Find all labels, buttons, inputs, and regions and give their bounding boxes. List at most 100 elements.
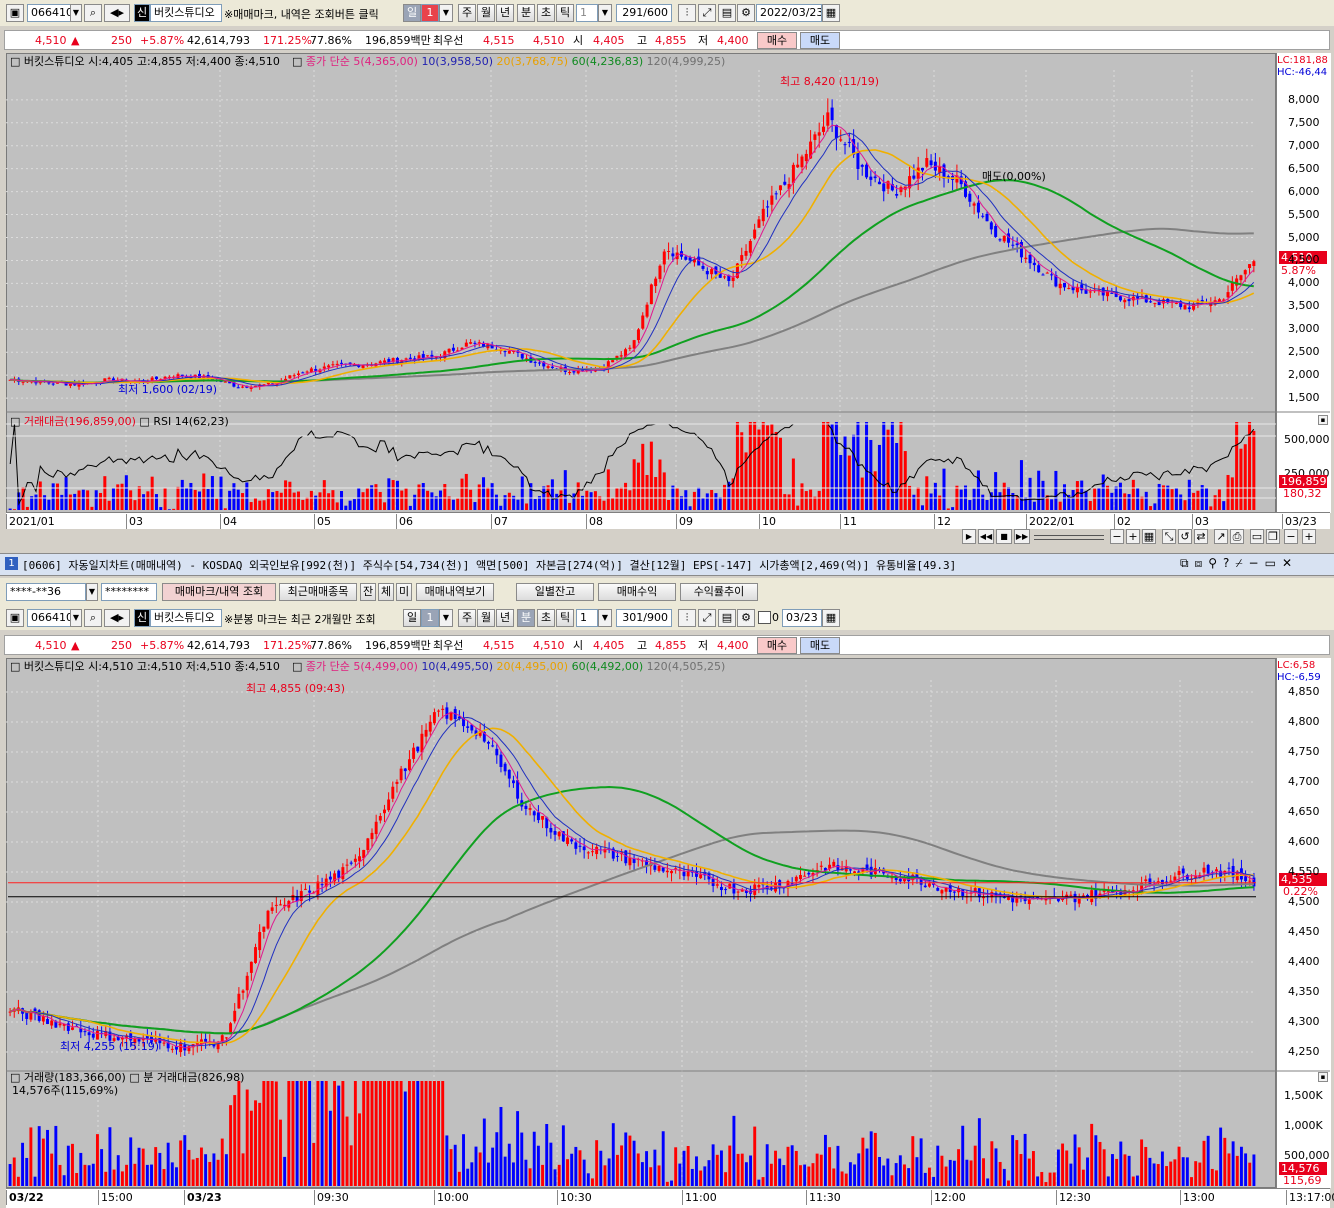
dropdown-icon[interactable]: ▼: [70, 609, 82, 627]
move-icon[interactable]: ⤡: [1162, 529, 1176, 544]
count-value: 301: [622, 611, 644, 624]
grid-icon[interactable]: ▦: [1142, 529, 1156, 544]
capture-icon[interactable]: ▭: [1250, 529, 1264, 544]
low-price: 4,400: [717, 639, 749, 652]
tab-month[interactable]: 월: [477, 609, 495, 627]
plus-icon[interactable]: +: [1302, 529, 1316, 544]
daily-hc: HC:-46,44: [1277, 67, 1328, 78]
tab-second[interactable]: 초: [537, 609, 555, 627]
settings-icon[interactable]: ⚙: [737, 4, 755, 22]
window2-titlebar[interactable]: 1 [0606] 자동일지차트(매매내역) - KOSDAQ 외국인보유[992…: [0, 553, 1334, 576]
interval-dropdown-icon[interactable]: ▼: [439, 609, 453, 627]
tab-tick[interactable]: 틱: [556, 4, 574, 22]
price-tick-label: 2,500: [1288, 345, 1320, 359]
return-trend-button[interactable]: 수익률추이: [680, 583, 758, 601]
minus-icon[interactable]: −: [1284, 529, 1298, 544]
daily-balance-button[interactable]: 일별잔고: [516, 583, 594, 601]
best-bid-label: 최우선: [433, 639, 464, 652]
settings-icon[interactable]: ⚙: [737, 609, 755, 627]
minute-chart-pane[interactable]: [6, 658, 1276, 1188]
reset-icon[interactable]: ↺: [1178, 529, 1192, 544]
dropdown-icon[interactable]: ▼: [70, 4, 82, 22]
interval2-dropdown-icon[interactable]: ▼: [598, 609, 612, 627]
filled-button[interactable]: 체: [378, 583, 394, 601]
stock-code-input[interactable]: 066410: [27, 4, 71, 22]
trade-history-button[interactable]: 매매내역보기: [416, 583, 494, 601]
search-icon[interactable]: ⌕: [84, 4, 102, 22]
minute-ma-legend: □ 종가 단순 5(4,499,00) 10(4,495,50) 20(4,49…: [292, 660, 726, 673]
tab-week[interactable]: 주: [458, 609, 476, 627]
day-interval[interactable]: 1: [421, 4, 439, 22]
scroll-begin-icon[interactable]: ◀◀: [978, 529, 994, 544]
sound-icon[interactable]: ◀▸: [104, 609, 130, 627]
price-tick-label: 4,850: [1288, 685, 1320, 698]
sell-button[interactable]: 매도: [800, 637, 840, 654]
trade-mark-query-button[interactable]: 매매마크/내역 조회: [162, 583, 276, 601]
price-tick-label: 4,000: [1288, 276, 1320, 290]
zoom-in-icon[interactable]: +: [1126, 529, 1140, 544]
password-input[interactable]: ********: [101, 583, 157, 601]
interval-input[interactable]: 1: [576, 4, 598, 22]
zoom-slider[interactable]: [1034, 535, 1104, 540]
candle-type-icon[interactable]: ⫶: [678, 4, 696, 22]
save-icon[interactable]: ▤: [718, 609, 736, 627]
draw-tool-icon[interactable]: ⤢: [698, 609, 716, 627]
sound-icon[interactable]: ◀▸: [104, 4, 130, 22]
interval2-dropdown-icon[interactable]: ▼: [598, 4, 612, 22]
zoom-out-icon[interactable]: −: [1110, 529, 1124, 544]
account-input[interactable]: ****-**36: [6, 583, 86, 601]
unfilled-button[interactable]: 미: [396, 583, 412, 601]
tab-second[interactable]: 초: [537, 4, 555, 22]
scroll-stop-icon[interactable]: ■: [996, 529, 1012, 544]
tab-year[interactable]: 년: [496, 4, 514, 22]
search-icon[interactable]: ⌕: [84, 609, 102, 627]
count-input[interactable]: 301/900: [616, 609, 672, 627]
minute-interval[interactable]: 1: [421, 609, 439, 627]
link-icon[interactable]: ⇄: [1194, 529, 1208, 544]
scroll-controls[interactable]: ▶ ◀◀ ■ ▶▶ − + ▦ ⤡ ↺ ⇄ ↗ ⎙ ▭ ❐ − +: [962, 529, 1322, 545]
turnover-rate: 77.86%: [310, 639, 352, 652]
price-tick-label: 4,450: [1288, 925, 1320, 938]
ma20-label: 20(4,495,00): [496, 660, 569, 673]
calendar-icon[interactable]: ▦: [822, 609, 840, 627]
draw-tool-icon[interactable]: ⤢: [698, 4, 716, 22]
calendar-icon[interactable]: ▦: [822, 4, 840, 22]
recent-trades-button[interactable]: 최근매매종목: [279, 583, 357, 601]
daily-chart-pane[interactable]: [6, 53, 1276, 513]
interval-dropdown-icon[interactable]: ▼: [439, 4, 453, 22]
tab-week[interactable]: 주: [458, 4, 476, 22]
minute-high-note: 최고 4,855 (09:43): [246, 682, 346, 695]
date-input[interactable]: 03/23: [782, 609, 822, 627]
pane-close-icon[interactable]: ▪: [1318, 1072, 1328, 1082]
arrow-icon[interactable]: ↗: [1214, 529, 1228, 544]
chart-window-icon[interactable]: ▣: [6, 609, 24, 627]
tab-day[interactable]: 일: [403, 609, 421, 627]
candle-type-icon[interactable]: ⫶: [678, 609, 696, 627]
copy-icon[interactable]: ❐: [1266, 529, 1280, 544]
balance-button[interactable]: 잔: [360, 583, 376, 601]
chart-window-icon[interactable]: ▣: [6, 4, 24, 22]
save-icon[interactable]: ▤: [718, 4, 736, 22]
date-input[interactable]: 2022/03/23: [756, 4, 822, 22]
tab-tick[interactable]: 틱: [556, 609, 574, 627]
scroll-right-icon[interactable]: ▶: [962, 529, 976, 544]
pane-close-icon[interactable]: ▪: [1318, 415, 1328, 425]
window-control-icons[interactable]: ⧉⧈⚲?⌿−▭✕: [1180, 556, 1298, 571]
trade-profit-button[interactable]: 매매수익: [598, 583, 676, 601]
buy-button[interactable]: 매수: [757, 32, 797, 49]
buy-button[interactable]: 매수: [757, 637, 797, 654]
stock-code-input[interactable]: 066410: [27, 609, 71, 627]
tab-minute[interactable]: 분: [517, 4, 535, 22]
interval-input[interactable]: 1: [576, 609, 598, 627]
scroll-end-icon[interactable]: ▶▶: [1014, 529, 1030, 544]
price-tick-label: 5,000: [1288, 230, 1320, 244]
tab-minute[interactable]: 분: [517, 609, 535, 627]
tab-year[interactable]: 년: [496, 609, 514, 627]
count-input[interactable]: 291/600: [616, 4, 672, 22]
tab-month[interactable]: 월: [477, 4, 495, 22]
account-dropdown-icon[interactable]: ▼: [86, 583, 98, 601]
tab-day[interactable]: 일: [403, 4, 421, 22]
sell-button[interactable]: 매도: [800, 32, 840, 49]
compare-checkbox[interactable]: [758, 611, 771, 624]
print-icon[interactable]: ⎙: [1230, 529, 1244, 544]
